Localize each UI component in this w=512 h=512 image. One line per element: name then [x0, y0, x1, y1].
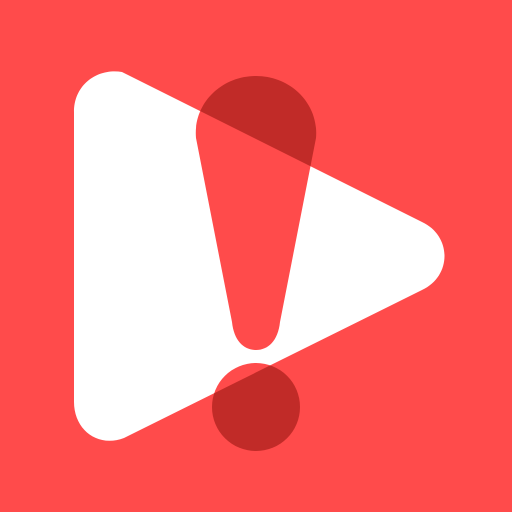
app-icon [0, 0, 512, 512]
app-icon-graphic [0, 0, 512, 512]
